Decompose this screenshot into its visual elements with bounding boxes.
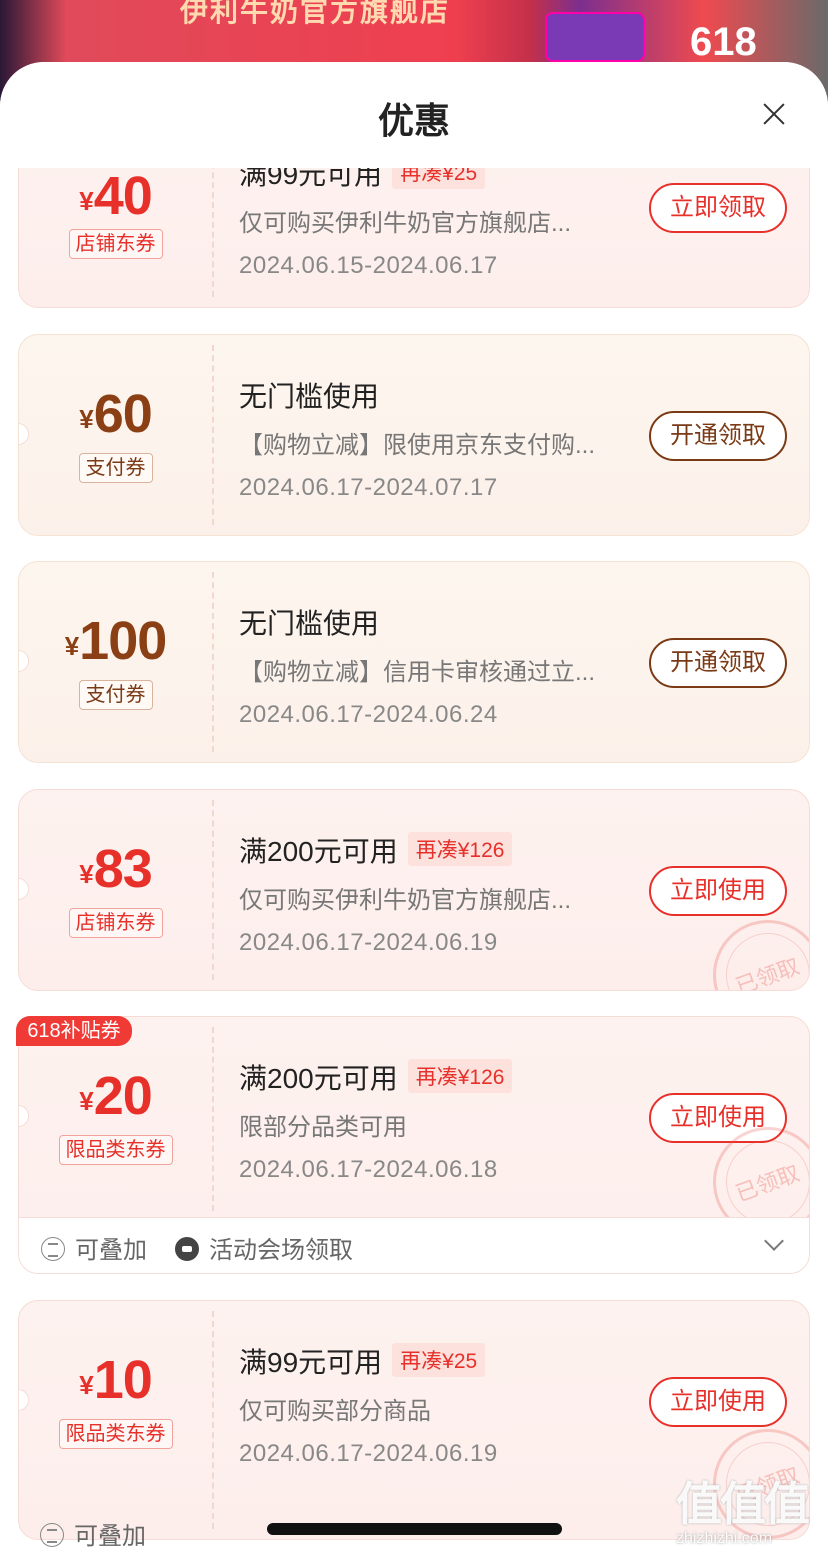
source-label: 活动会场领取 xyxy=(175,1230,353,1265)
coupon-type-tag: 支付券 xyxy=(19,680,212,710)
page-title: 优惠 xyxy=(377,100,450,141)
coupon-divider xyxy=(212,1027,214,1211)
coupon-description: 【购物立减】信用卡审核通过立... xyxy=(239,659,596,686)
coupon-divider xyxy=(212,800,214,980)
coupon-condition: 满200元可用 再凑¥126 xyxy=(239,830,619,870)
coupon-gap-tag: 再凑¥126 xyxy=(407,1059,513,1093)
coupon-amount: ¥10 xyxy=(79,1350,153,1410)
coupon-description: 【购物立减】限使用京东支付购... xyxy=(239,432,596,459)
coupon-amount: ¥100 xyxy=(64,611,168,671)
coupon-divider xyxy=(212,1311,214,1529)
coupon-description: 限部分品类可用 xyxy=(239,1114,407,1141)
coupon-date: 2024.06.17-2024.06.19 xyxy=(239,1440,498,1467)
coupon-type-tag: 限品类东券 xyxy=(19,1419,212,1449)
coupon-info: 满200元可用 再凑¥126 限部分品类可用 2024.06.17-2024.06… xyxy=(239,1057,619,1184)
coupon-date: 2024.06.17-2024.06.19 xyxy=(239,929,498,956)
coupon-gap-tag: 再凑¥25 xyxy=(392,1343,486,1377)
coupon-type-tag: 支付券 xyxy=(19,453,212,483)
activate-claim-button[interactable]: 开通领取 xyxy=(649,411,787,461)
activate-claim-button[interactable]: 开通领取 xyxy=(649,638,787,688)
coupon-amount: ¥60 xyxy=(79,384,153,444)
coupon-info: 满99元可用 再凑¥25 仅可购买部分商品 2024.06.17-2024.06.… xyxy=(239,1341,619,1468)
use-now-button[interactable]: 立即使用 xyxy=(649,866,787,916)
coupon-amount: ¥20 xyxy=(79,1066,153,1126)
coupon-description: 仅可购买部分商品 xyxy=(239,1398,431,1425)
coupon-type-tag: 限品类东券 xyxy=(19,1135,212,1165)
coupon-condition: 无门槛使用 xyxy=(239,381,380,412)
use-now-button[interactable]: 立即使用 xyxy=(649,1377,787,1427)
coupon-card: ¥60 支付券 无门槛使用 【购物立减】限使用京东支付购... 2024.06.… xyxy=(18,334,810,536)
home-indicator[interactable] xyxy=(267,1523,562,1535)
sheet-header: 优惠 xyxy=(0,62,828,168)
site-watermark: 值值值 zhizhizhi.com xyxy=(676,1468,826,1548)
coupon-date: 2024.06.17-2024.06.18 xyxy=(239,1156,498,1183)
coupon-amount: ¥83 xyxy=(79,839,153,899)
coupon-info: 无门槛使用 【购物立减】限使用京东支付购... 2024.06.17-2024.… xyxy=(239,375,619,502)
coupon-gap-tag: 再凑¥126 xyxy=(407,832,513,866)
coupon-info: 无门槛使用 【购物立减】信用卡审核通过立... 2024.06.17-2024.… xyxy=(239,602,619,729)
close-icon[interactable] xyxy=(760,100,788,128)
stack-icon xyxy=(40,1523,64,1547)
stackable-label: 可叠加 xyxy=(41,1230,147,1265)
coupon-description: 仅可购买伊利牛奶官方旗舰店... xyxy=(239,887,572,914)
coupon-type-tag: 店铺东券 xyxy=(19,229,212,259)
coupon-condition: 满99元可用 再凑¥25 xyxy=(239,1341,619,1381)
claimed-stamp-icon: 已领取 xyxy=(713,920,809,990)
coupon-type-tag: 店铺东券 xyxy=(19,908,212,938)
coupon-card: ¥20 限品类东券 满200元可用 再凑¥126 限部分品类可用 2024.06.… xyxy=(18,1016,810,1274)
chevron-down-icon[interactable] xyxy=(764,1231,784,1251)
coupon-info: 满200元可用 再凑¥126 仅可购买伊利牛奶官方旗舰店... 2024.06.1… xyxy=(239,830,619,957)
coupon-sheet: ¥40 店铺东券 满99元可用 再凑¥25 仅可购买伊利牛奶官方旗舰店... 20… xyxy=(0,62,828,1553)
coupon-divider xyxy=(212,345,214,525)
coupon-description: 仅可购买伊利牛奶官方旗舰店... xyxy=(239,210,572,237)
stackable-label: 可叠加 xyxy=(40,1516,146,1551)
claim-button[interactable]: 立即领取 xyxy=(649,183,787,233)
banner-618-badge: 618 xyxy=(690,20,757,64)
store-banner-text: 伊利牛奶官方旗舰店 xyxy=(180,0,451,27)
coupon-divider xyxy=(212,572,214,752)
coupon-footer[interactable]: 可叠加 活动会场领取 xyxy=(19,1217,809,1273)
coupon-card: ¥100 支付券 无门槛使用 【购物立减】信用卡审核通过立... 2024.06… xyxy=(18,561,810,763)
coupon-card: ¥83 店铺东券 满200元可用 再凑¥126 仅可购买伊利牛奶官方旗舰店... … xyxy=(18,789,810,991)
venue-icon xyxy=(175,1237,199,1261)
coupon-date: 2024.06.17-2024.06.24 xyxy=(239,701,498,728)
banner-promo-box xyxy=(545,12,645,62)
coupon-date: 2024.06.15-2024.06.17 xyxy=(239,252,498,279)
coupon-info: 满99元可用 再凑¥25 仅可购买伊利牛奶官方旗舰店... 2024.06.15-… xyxy=(239,153,619,280)
coupon-condition: 无门槛使用 xyxy=(239,608,380,639)
coupon-condition: 满200元可用 再凑¥126 xyxy=(239,1057,619,1097)
watermark-logo: 值值值 xyxy=(676,1478,810,1530)
subsidy-badge: 618补贴券 xyxy=(16,1016,132,1046)
coupon-date: 2024.06.17-2024.07.17 xyxy=(239,474,498,501)
stack-icon xyxy=(41,1237,65,1261)
coupon-amount: ¥40 xyxy=(79,166,153,226)
